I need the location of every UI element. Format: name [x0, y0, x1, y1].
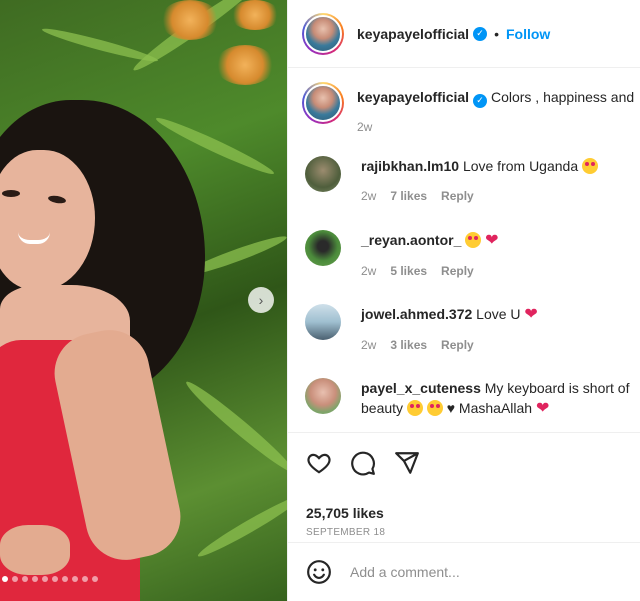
emoji-smiley-icon[interactable]	[306, 559, 332, 585]
pleading-face-emoji-icon	[426, 400, 443, 416]
heart-eyes-emoji-icon	[582, 158, 599, 174]
carousel-dot	[12, 576, 18, 582]
add-comment-bar	[288, 542, 640, 601]
author-avatar[interactable]	[302, 12, 344, 55]
verified-badge-icon: ✓	[473, 26, 488, 41]
comment: rajibkhan.lm10 Love from Uganda 2w 7 lik…	[305, 156, 640, 206]
reply-button[interactable]: Reply	[441, 186, 474, 206]
caption-text: keyapayelofficial ✓ Colors , happiness an…	[357, 82, 634, 108]
carousel-dot	[32, 576, 38, 582]
verified-badge-icon: ✓	[473, 93, 488, 108]
red-heart-icon: ❤	[524, 306, 538, 323]
comment-username[interactable]: _reyan.aontor_	[361, 232, 461, 248]
carousel-dot	[42, 576, 48, 582]
comment-username[interactable]: rajibkhan.lm10	[361, 158, 459, 174]
grass-blade	[40, 24, 160, 66]
chevron-right-icon: ›	[258, 292, 264, 308]
comment-meta: 2w 7 likes Reply	[361, 186, 598, 206]
comment-time: 2w	[361, 264, 377, 278]
caption-username[interactable]: keyapayelofficial	[357, 89, 469, 105]
commenter-avatar[interactable]	[305, 304, 341, 340]
reply-button[interactable]: Reply	[441, 335, 474, 355]
red-heart-icon: ❤	[485, 232, 499, 249]
post-photo[interactable]: ›	[0, 0, 287, 601]
comment-text: Love from Uganda	[462, 158, 579, 174]
comment-text-continued: beauty	[361, 400, 404, 416]
comment-meta: 2w 5 likes Reply	[361, 261, 499, 281]
comment: payel_x_cuteness My keyboard is short of…	[305, 378, 640, 419]
post-caption: keyapayelofficial ✓ Colors , happiness an…	[302, 82, 640, 134]
post-actions: 25,705 likes SEPTEMBER 18	[288, 432, 640, 538]
caption-body: Colors , happiness and	[490, 89, 635, 105]
hand	[0, 525, 70, 575]
carousel-dot	[2, 576, 8, 582]
comment-meta: 2w 3 likes Reply	[361, 335, 538, 355]
carousel-indicator	[2, 576, 98, 582]
action-icons	[306, 447, 625, 479]
heart-eyes-emoji-icon	[406, 400, 423, 416]
heart-eyes-emoji-icon	[465, 232, 482, 248]
comment: jowel.ahmed.372 Love U ❤ 2w 3 likes Repl…	[305, 304, 640, 355]
comment-time: 2w	[361, 189, 377, 203]
orange-flower	[230, 0, 280, 30]
post-side-panel: keyapayelofficial ✓ • Follow keyapayelof…	[287, 0, 640, 601]
like-heart-icon[interactable]	[306, 450, 332, 476]
post-header: keyapayelofficial ✓ • Follow	[288, 0, 640, 68]
commenter-avatar[interactable]	[305, 230, 341, 266]
carousel-dot	[72, 576, 78, 582]
reply-button[interactable]: Reply	[441, 261, 474, 281]
add-comment-input[interactable]	[350, 564, 620, 580]
comment-text-end: ♥ MashaAllah	[446, 400, 533, 416]
comment: _reyan.aontor_ ❤ 2w 5 likes Reply	[305, 230, 640, 281]
carousel-dot	[62, 576, 68, 582]
carousel-dot	[92, 576, 98, 582]
carousel-dot	[52, 576, 58, 582]
instagram-post-view: › keyapayelofficial ✓ • Follow keyapayel…	[0, 0, 640, 601]
red-heart-icon: ❤	[535, 400, 550, 417]
next-slide-button[interactable]: ›	[248, 287, 274, 313]
caption-avatar[interactable]	[302, 82, 344, 124]
comment-bubble-icon[interactable]	[350, 450, 376, 476]
comment-text: Love U	[476, 306, 521, 322]
grass-blade	[195, 490, 287, 562]
grass-blade	[181, 376, 287, 478]
orange-flower	[160, 0, 220, 40]
carousel-dot	[82, 576, 88, 582]
post-date: SEPTEMBER 18	[306, 527, 386, 538]
orange-flower	[215, 45, 275, 85]
eye	[2, 190, 20, 197]
comment-username[interactable]: jowel.ahmed.372	[361, 306, 472, 322]
commenter-avatar[interactable]	[305, 156, 341, 192]
share-send-icon[interactable]	[394, 450, 420, 476]
comment-likes[interactable]: 3 likes	[390, 335, 427, 355]
likes-count[interactable]: 25,705 likes	[306, 505, 625, 521]
carousel-dot	[22, 576, 28, 582]
commenter-avatar[interactable]	[305, 378, 341, 414]
comment-likes[interactable]: 5 likes	[390, 261, 427, 281]
separator-dot: •	[494, 25, 499, 42]
comment-likes[interactable]: 7 likes	[390, 186, 427, 206]
caption-time: 2w	[357, 119, 373, 134]
comment-text: My keyboard is short of	[484, 380, 630, 396]
author-username[interactable]: keyapayelofficial	[357, 26, 469, 42]
comment-username[interactable]: payel_x_cuteness	[361, 380, 481, 396]
follow-button[interactable]: Follow	[506, 26, 550, 42]
comment-time: 2w	[361, 338, 377, 352]
